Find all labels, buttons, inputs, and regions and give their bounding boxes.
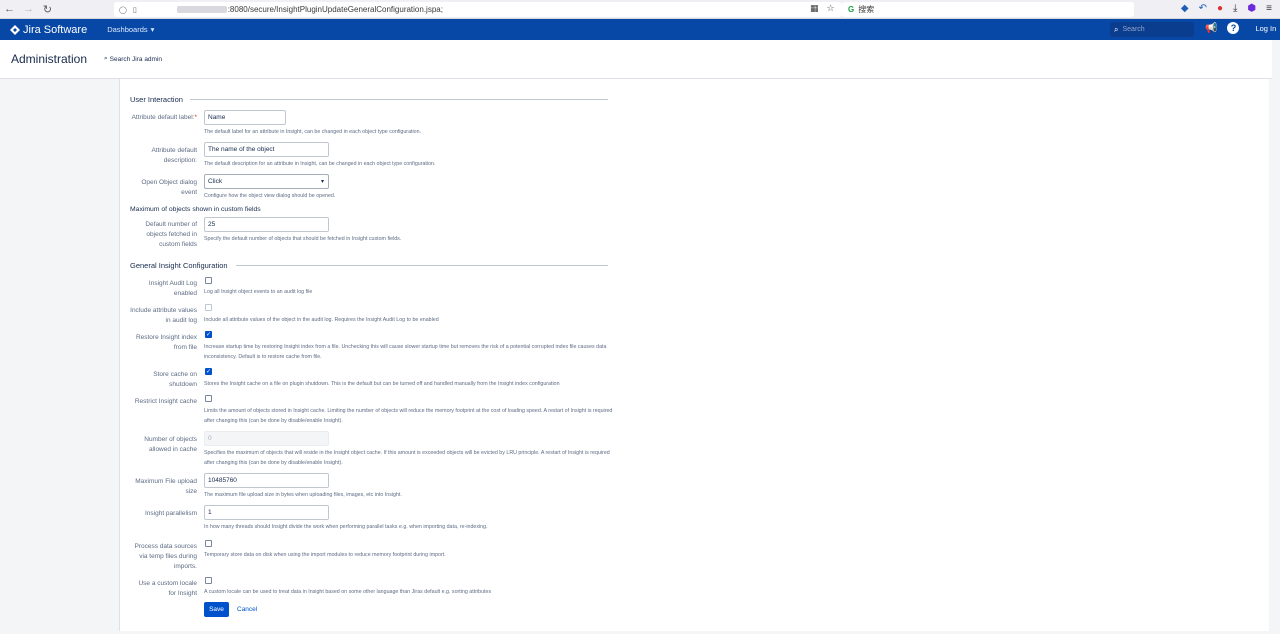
- download-icon[interactable]: ⤓: [1233, 3, 1237, 14]
- logo-text: Jira Software: [23, 23, 88, 36]
- open-dialog-value: Click: [208, 178, 223, 185]
- temp-files-checkbox[interactable]: [205, 540, 212, 547]
- parallelism-label: Insight parallelism: [144, 510, 197, 517]
- admin-search-label: Search Jira admin: [109, 55, 163, 63]
- undo-icon[interactable]: ↶: [1199, 3, 1207, 14]
- page-title: Administration: [11, 52, 88, 66]
- number-allowed-input[interactable]: 0: [204, 431, 329, 446]
- forward-icon[interactable]: →: [19, 0, 38, 19]
- restrict-cache-desc: Limits the amount of objects stored in I…: [204, 408, 613, 424]
- browser-search-placeholder: 搜索: [858, 5, 875, 14]
- chevron-down-icon: ▾: [150, 25, 155, 34]
- number-allowed-desc: Specifies the maximum of objects that wi…: [204, 450, 610, 466]
- redacted-host: [176, 6, 227, 13]
- max-upload-label: Maximum File upload size: [135, 478, 197, 495]
- parallelism-desc: In how many threads should Insight divid…: [204, 524, 488, 530]
- restore-index-desc: Increase startup time by restoring Insig…: [204, 344, 607, 360]
- jira-logo[interactable]: Jira Software: [10, 24, 87, 36]
- dashboards-menu[interactable]: Dashboards ▾: [107, 25, 154, 34]
- page-scrollbar[interactable]: [1272, 40, 1280, 634]
- star-icon[interactable]: ☆: [827, 3, 835, 14]
- parallelism-input[interactable]: 1: [204, 505, 329, 520]
- include-attr-checkbox[interactable]: [205, 304, 212, 311]
- section-divider: [190, 99, 608, 100]
- attr-desc-label: Attribute default description:: [151, 147, 197, 164]
- help-icon[interactable]: ?: [1227, 22, 1240, 34]
- audit-log-desc: Log all Insight object events to an audi…: [204, 289, 313, 295]
- address-bar[interactable]: ◯ ▯ :8080/secure/InsightPluginUpdateGene…: [114, 2, 842, 17]
- store-cache-desc: Stores the Insight cache on a file on pl…: [204, 381, 560, 387]
- admin-search-link[interactable]: ⌕ Search Jira admin: [104, 55, 162, 63]
- jira-logo-icon: [10, 24, 20, 35]
- dashboards-label: Dashboards: [107, 25, 148, 34]
- browser-search-box[interactable]: G 搜索: [842, 2, 1134, 17]
- default-number-desc: Specify the default number of objects th…: [204, 236, 402, 242]
- section-max-objects: Maximum of objects shown in custom field…: [130, 206, 261, 213]
- open-dialog-select[interactable]: Click ▾: [204, 174, 329, 189]
- max-upload-desc: The maximum file upload size in bytes wh…: [204, 492, 402, 498]
- cancel-link[interactable]: Cancel: [237, 606, 257, 613]
- section-divider: [236, 265, 608, 266]
- header-search-input[interactable]: ⌕ Search: [1110, 22, 1194, 37]
- default-number-input[interactable]: 25: [204, 217, 329, 232]
- chevron-down-icon: ▾: [320, 179, 324, 185]
- section-user-interaction: User Interaction: [130, 95, 183, 104]
- search-icon: ⌕: [1114, 24, 1119, 34]
- restore-index-checkbox[interactable]: ✓: [205, 331, 212, 338]
- max-upload-input[interactable]: 10485760: [204, 473, 329, 488]
- search-icon: ⌕: [104, 55, 108, 62]
- number-allowed-label: Number of objects allowed in cache: [144, 436, 197, 453]
- extension-icon[interactable]: ◆: [1181, 3, 1189, 14]
- login-link[interactable]: Log In: [1255, 24, 1276, 33]
- header-actions: 📢 ? Log In: [1205, 22, 1276, 34]
- browser-toolbar: ← → ↻ ◯ ▯ :8080/secure/InsightPluginUpda…: [0, 0, 1280, 19]
- attr-default-label-input[interactable]: Name: [204, 110, 286, 125]
- extension-hex-icon[interactable]: ⬢: [1247, 3, 1256, 14]
- record-icon[interactable]: ●: [1217, 3, 1223, 14]
- custom-locale-desc: A custom locale can be used to treat dat…: [204, 589, 492, 595]
- include-attr-label: Include attribute values in audit log: [130, 307, 197, 324]
- include-attr-desc: Include all attribute values of the obje…: [204, 317, 439, 323]
- save-button[interactable]: Save: [204, 602, 229, 617]
- main-area: User Interaction Attribute default label…: [0, 79, 1280, 634]
- store-cache-label: Store cache on shutdown: [153, 371, 197, 388]
- section-general: General Insight Configuration: [130, 261, 228, 270]
- attr-desc-desc: The default description for an attribute…: [204, 161, 436, 167]
- audit-log-label: Insight Audit Log enabled: [148, 280, 197, 297]
- search-engine-icon: G: [848, 5, 855, 14]
- custom-locale-checkbox[interactable]: [205, 577, 212, 584]
- admin-header: Administration ⌕ Search Jira admin: [0, 40, 1280, 79]
- url-text: :8080/secure/InsightPluginUpdateGeneralC…: [227, 5, 443, 14]
- page-icon: ▯: [132, 6, 137, 14]
- temp-files-desc: Temporary store data on disk when using …: [204, 552, 446, 558]
- config-form: User Interaction Attribute default label…: [119, 79, 1269, 631]
- header-search-placeholder: Search: [1122, 26, 1145, 33]
- megaphone-icon[interactable]: 📢: [1205, 23, 1217, 34]
- default-number-label: Default number of objects fetched in cus…: [145, 221, 197, 248]
- address-bar-actions: ▦ ☆: [810, 3, 835, 14]
- reload-icon[interactable]: ↻: [38, 0, 57, 19]
- menu-icon[interactable]: ≡: [1266, 3, 1272, 14]
- shield-icon: ◯: [119, 6, 127, 14]
- restrict-cache-checkbox[interactable]: [205, 395, 212, 402]
- restrict-cache-label: Restrict Insight cache: [134, 398, 197, 405]
- jira-header: Jira Software Dashboards ▾ ⌕ Search 📢 ? …: [0, 19, 1280, 40]
- audit-log-checkbox[interactable]: [205, 277, 212, 284]
- attr-default-description-input[interactable]: The name of the object: [204, 142, 329, 157]
- attr-label-label: Attribute default label:*: [131, 114, 197, 121]
- attr-label-desc: The default label for an attribute in In…: [204, 129, 422, 135]
- open-dialog-label: Open Object dialog event: [141, 179, 197, 196]
- qr-code-icon[interactable]: ▦: [810, 3, 819, 14]
- required-marker: *: [194, 114, 197, 121]
- open-dialog-desc: Configure how the object view dialog sho…: [204, 193, 336, 199]
- restore-index-label: Restore Insight index from file: [135, 334, 197, 351]
- back-icon[interactable]: ←: [0, 0, 19, 19]
- custom-locale-label: Use a custom locale for Insight: [138, 580, 197, 597]
- store-cache-checkbox[interactable]: ✓: [205, 368, 212, 375]
- extension-icons: ◆ ↶ ● ⤓ ⬢ ≡: [1181, 3, 1272, 14]
- temp-files-label: Process data sources via temp files duri…: [134, 543, 197, 570]
